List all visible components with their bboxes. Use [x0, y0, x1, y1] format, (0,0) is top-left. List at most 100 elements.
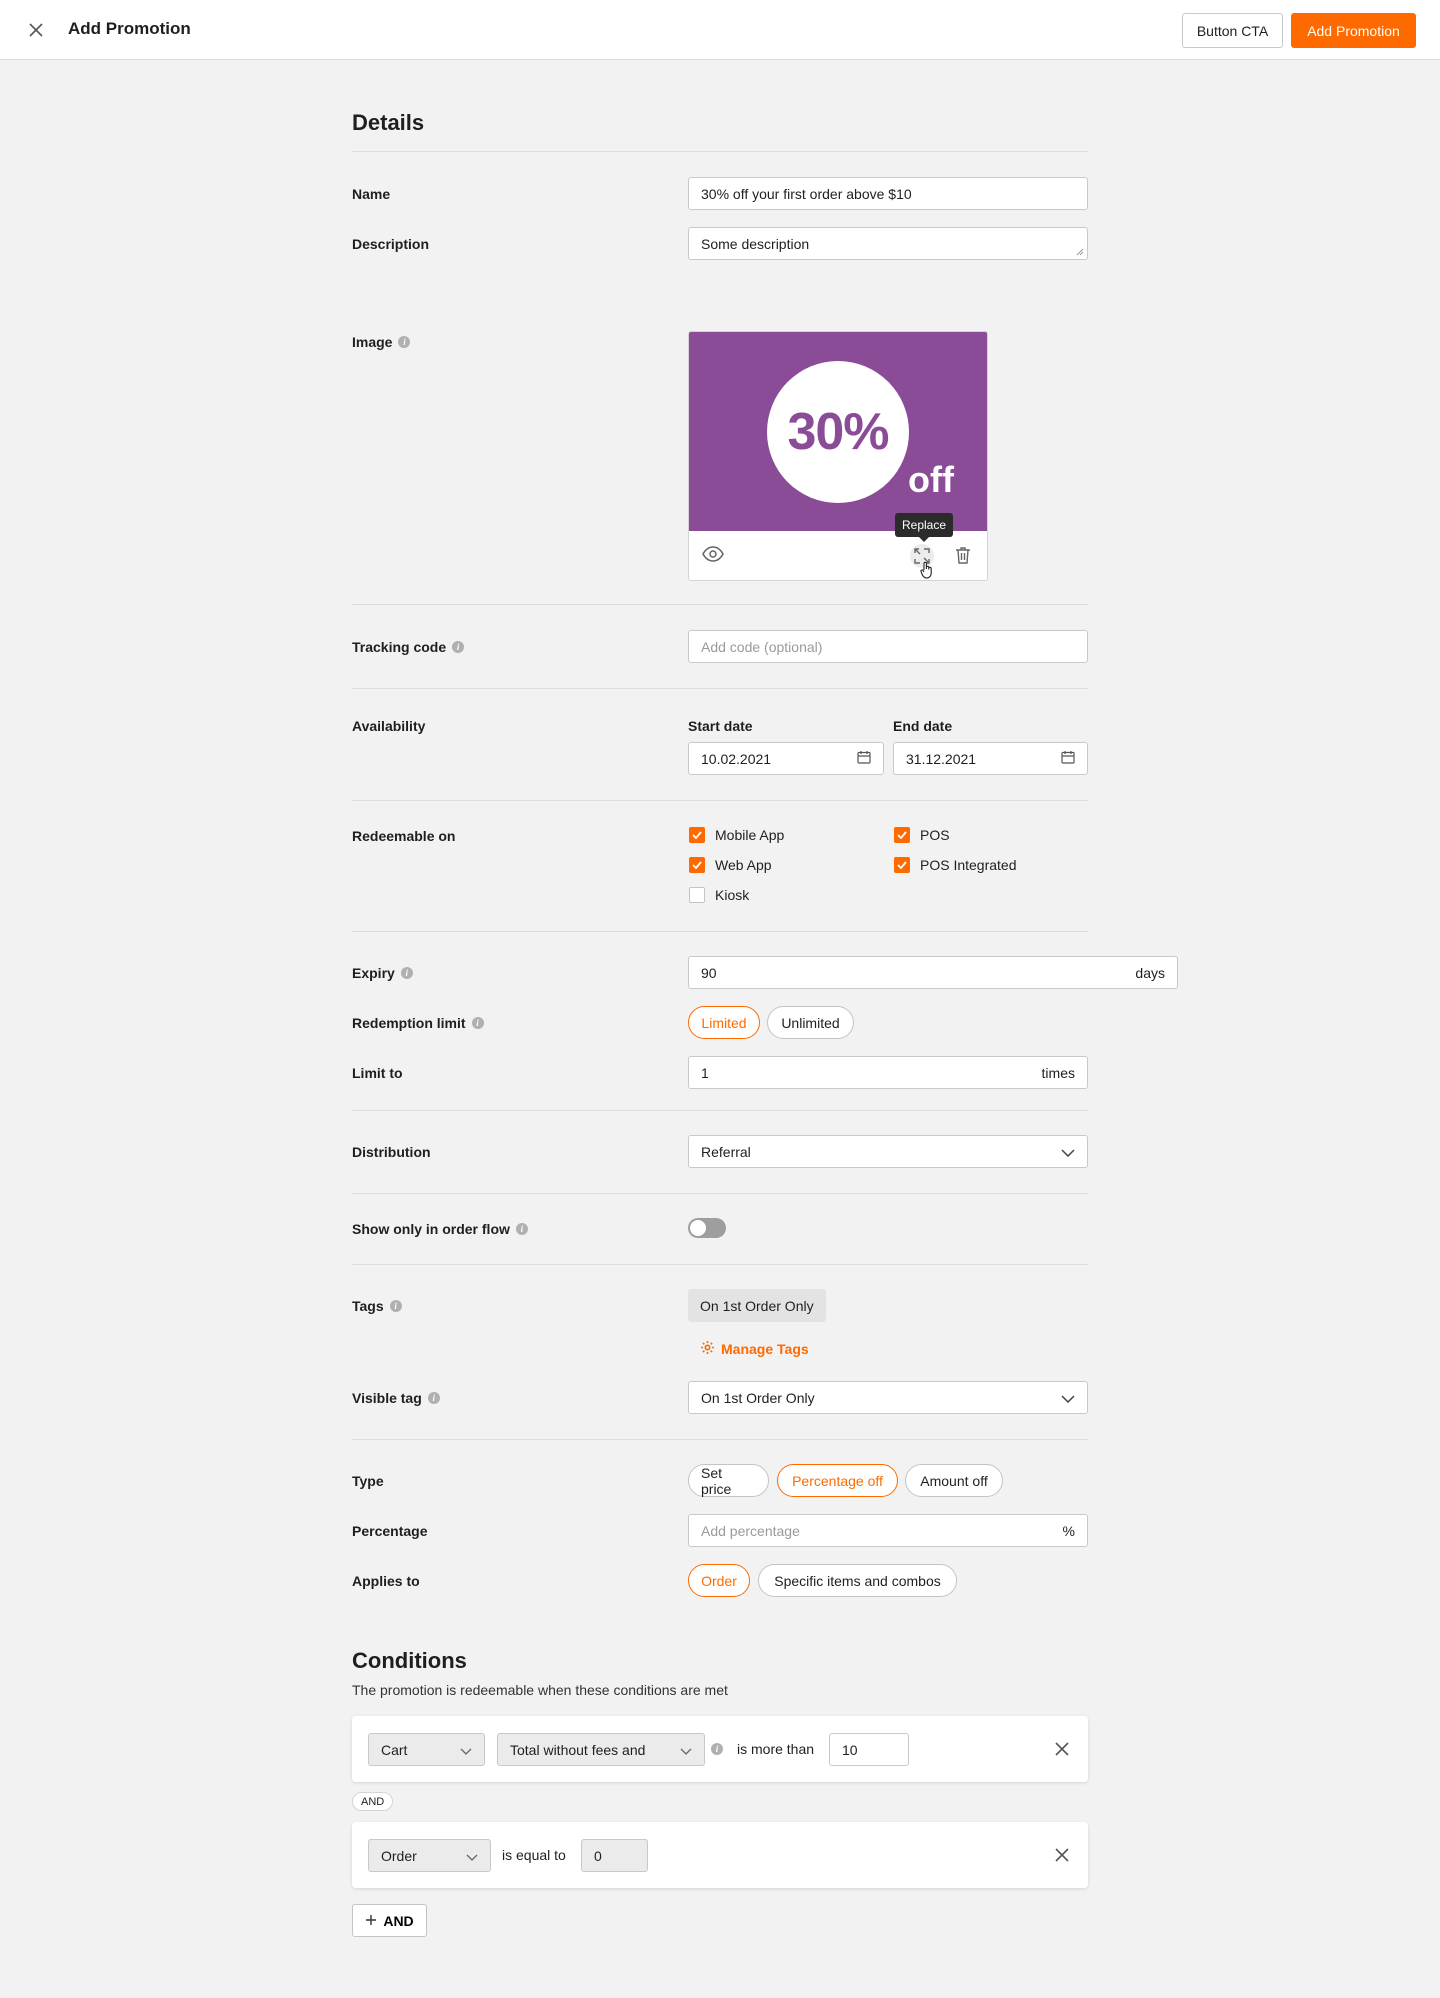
- cursor-hand-icon: [920, 561, 934, 582]
- type-percentage-off-pill[interactable]: Percentage off: [777, 1464, 898, 1497]
- expiry-label: Expiry i: [352, 965, 413, 981]
- page-title: Add Promotion: [68, 19, 191, 38]
- applies-to-label: Applies to: [352, 1573, 420, 1589]
- conditions-subtitle: The promotion is redeemable when these c…: [352, 1682, 728, 1698]
- condition-operator: is equal to: [502, 1847, 566, 1863]
- condition-subject-select[interactable]: Order: [368, 1839, 491, 1872]
- description-textarea[interactable]: Some description: [688, 227, 1088, 260]
- redemption-unlimited-pill[interactable]: Unlimited: [767, 1006, 854, 1039]
- plus-icon: [365, 1913, 377, 1929]
- visible-tag-select[interactable]: On 1st Order Only: [688, 1381, 1088, 1414]
- expiry-input[interactable]: 90 days: [688, 956, 1178, 989]
- details-heading: Details: [352, 110, 425, 135]
- condition-row: Order is equal to 0: [352, 1822, 1088, 1888]
- checkbox-pos[interactable]: POS: [894, 827, 950, 843]
- divider: [352, 1439, 1088, 1440]
- divider: [352, 1193, 1088, 1194]
- image-card: 30% off: [688, 331, 988, 581]
- name-input[interactable]: 30% off your first order above $10: [688, 177, 1088, 210]
- checkbox-mobile-app[interactable]: Mobile App: [689, 827, 784, 843]
- promotion-image: 30% off: [689, 332, 987, 531]
- image-circle: 30%: [767, 361, 909, 503]
- applies-specific-items-pill[interactable]: Specific items and combos: [758, 1564, 957, 1597]
- checkbox-pos-integrated[interactable]: POS Integrated: [894, 857, 1017, 873]
- info-icon[interactable]: i: [389, 1300, 402, 1312]
- order-flow-label: Show only in order flow i: [352, 1221, 528, 1237]
- manage-tags-link[interactable]: Manage Tags: [700, 1340, 809, 1358]
- condition-row: Cart Total without fees and i is more th…: [352, 1716, 1088, 1782]
- button-cta[interactable]: Button CTA: [1182, 13, 1283, 48]
- description-label: Description: [352, 236, 430, 252]
- info-icon[interactable]: i: [471, 1017, 484, 1029]
- info-icon[interactable]: i: [398, 336, 411, 348]
- percentage-label: Percentage: [352, 1523, 428, 1539]
- divider: [352, 1110, 1088, 1111]
- condition-value-input[interactable]: 10: [829, 1733, 909, 1766]
- end-date-input[interactable]: 31.12.2021: [893, 742, 1088, 775]
- condition-field-select[interactable]: Total without fees and: [497, 1733, 705, 1766]
- tag-chip[interactable]: On 1st Order Only: [688, 1289, 826, 1322]
- calendar-icon[interactable]: [857, 750, 871, 767]
- divider: [352, 688, 1088, 689]
- calendar-icon[interactable]: [1061, 750, 1075, 767]
- add-and-condition-button[interactable]: AND: [352, 1904, 427, 1937]
- tags-label: Tags i: [352, 1298, 402, 1314]
- chevron-down-icon: [1061, 1390, 1075, 1406]
- type-label: Type: [352, 1473, 384, 1489]
- info-icon[interactable]: i: [711, 1743, 723, 1755]
- info-icon[interactable]: i: [452, 641, 465, 653]
- info-icon[interactable]: i: [427, 1392, 440, 1404]
- replace-tooltip: Replace: [895, 513, 953, 542]
- start-date-label: Start date: [688, 718, 753, 734]
- chevron-down-icon: [680, 1742, 692, 1758]
- checkbox-checked-icon[interactable]: [894, 857, 910, 873]
- redemption-limited-pill[interactable]: Limited: [688, 1006, 760, 1039]
- name-label: Name: [352, 186, 391, 202]
- limit-to-input[interactable]: 1 times: [688, 1056, 1088, 1089]
- chevron-down-icon: [466, 1848, 478, 1864]
- limit-to-label: Limit to: [352, 1065, 403, 1081]
- visible-tag-label: Visible tag i: [352, 1390, 440, 1406]
- divider: [352, 931, 1088, 932]
- chevron-down-icon: [1061, 1144, 1075, 1160]
- checkbox-checked-icon[interactable]: [689, 857, 705, 873]
- condition-subject-select[interactable]: Cart: [368, 1733, 485, 1766]
- checkbox-checked-icon[interactable]: [894, 827, 910, 843]
- and-chip: AND: [352, 1792, 394, 1811]
- start-date-input[interactable]: 10.02.2021: [688, 742, 884, 775]
- availability-label: Availability: [352, 718, 426, 734]
- image-label: Image i: [352, 334, 411, 350]
- condition-operator: is more than: [737, 1741, 815, 1757]
- end-date-label: End date: [893, 718, 953, 734]
- type-amount-off-pill[interactable]: Amount off: [905, 1464, 1003, 1497]
- close-icon[interactable]: [24, 18, 48, 42]
- type-set-price-pill[interactable]: Set price: [688, 1464, 769, 1497]
- add-promotion-button[interactable]: Add Promotion: [1291, 13, 1416, 48]
- resize-handle-icon[interactable]: [1076, 248, 1084, 256]
- percentage-input[interactable]: Add percentage %: [688, 1514, 1088, 1547]
- trash-icon[interactable]: [955, 546, 971, 567]
- remove-condition-icon[interactable]: [1052, 1845, 1072, 1865]
- checkbox-web-app[interactable]: Web App: [689, 857, 772, 873]
- top-bar: Add Promotion Button CTA Add Promotion: [0, 0, 1440, 60]
- divider: [352, 604, 1088, 605]
- applies-order-pill[interactable]: Order: [688, 1564, 750, 1597]
- info-icon[interactable]: i: [515, 1223, 528, 1235]
- toggle-knob: [690, 1220, 706, 1236]
- checkbox-kiosk[interactable]: Kiosk: [689, 887, 749, 903]
- redeemable-label: Redeemable on: [352, 828, 456, 844]
- tracking-code-input[interactable]: Add code (optional): [688, 630, 1088, 663]
- divider: [352, 151, 1088, 152]
- redemption-limit-label: Redemption limit i: [352, 1015, 484, 1031]
- order-flow-toggle[interactable]: [688, 1218, 726, 1238]
- distribution-label: Distribution: [352, 1144, 431, 1160]
- condition-value-input[interactable]: 0: [581, 1839, 648, 1872]
- checkbox-unchecked-icon[interactable]: [689, 887, 705, 903]
- info-icon[interactable]: i: [400, 967, 413, 979]
- eye-icon[interactable]: [702, 546, 724, 565]
- distribution-select[interactable]: Referral: [688, 1135, 1088, 1168]
- divider: [352, 800, 1088, 801]
- remove-condition-icon[interactable]: [1052, 1739, 1072, 1759]
- checkbox-checked-icon[interactable]: [689, 827, 705, 843]
- gear-icon: [700, 1340, 715, 1358]
